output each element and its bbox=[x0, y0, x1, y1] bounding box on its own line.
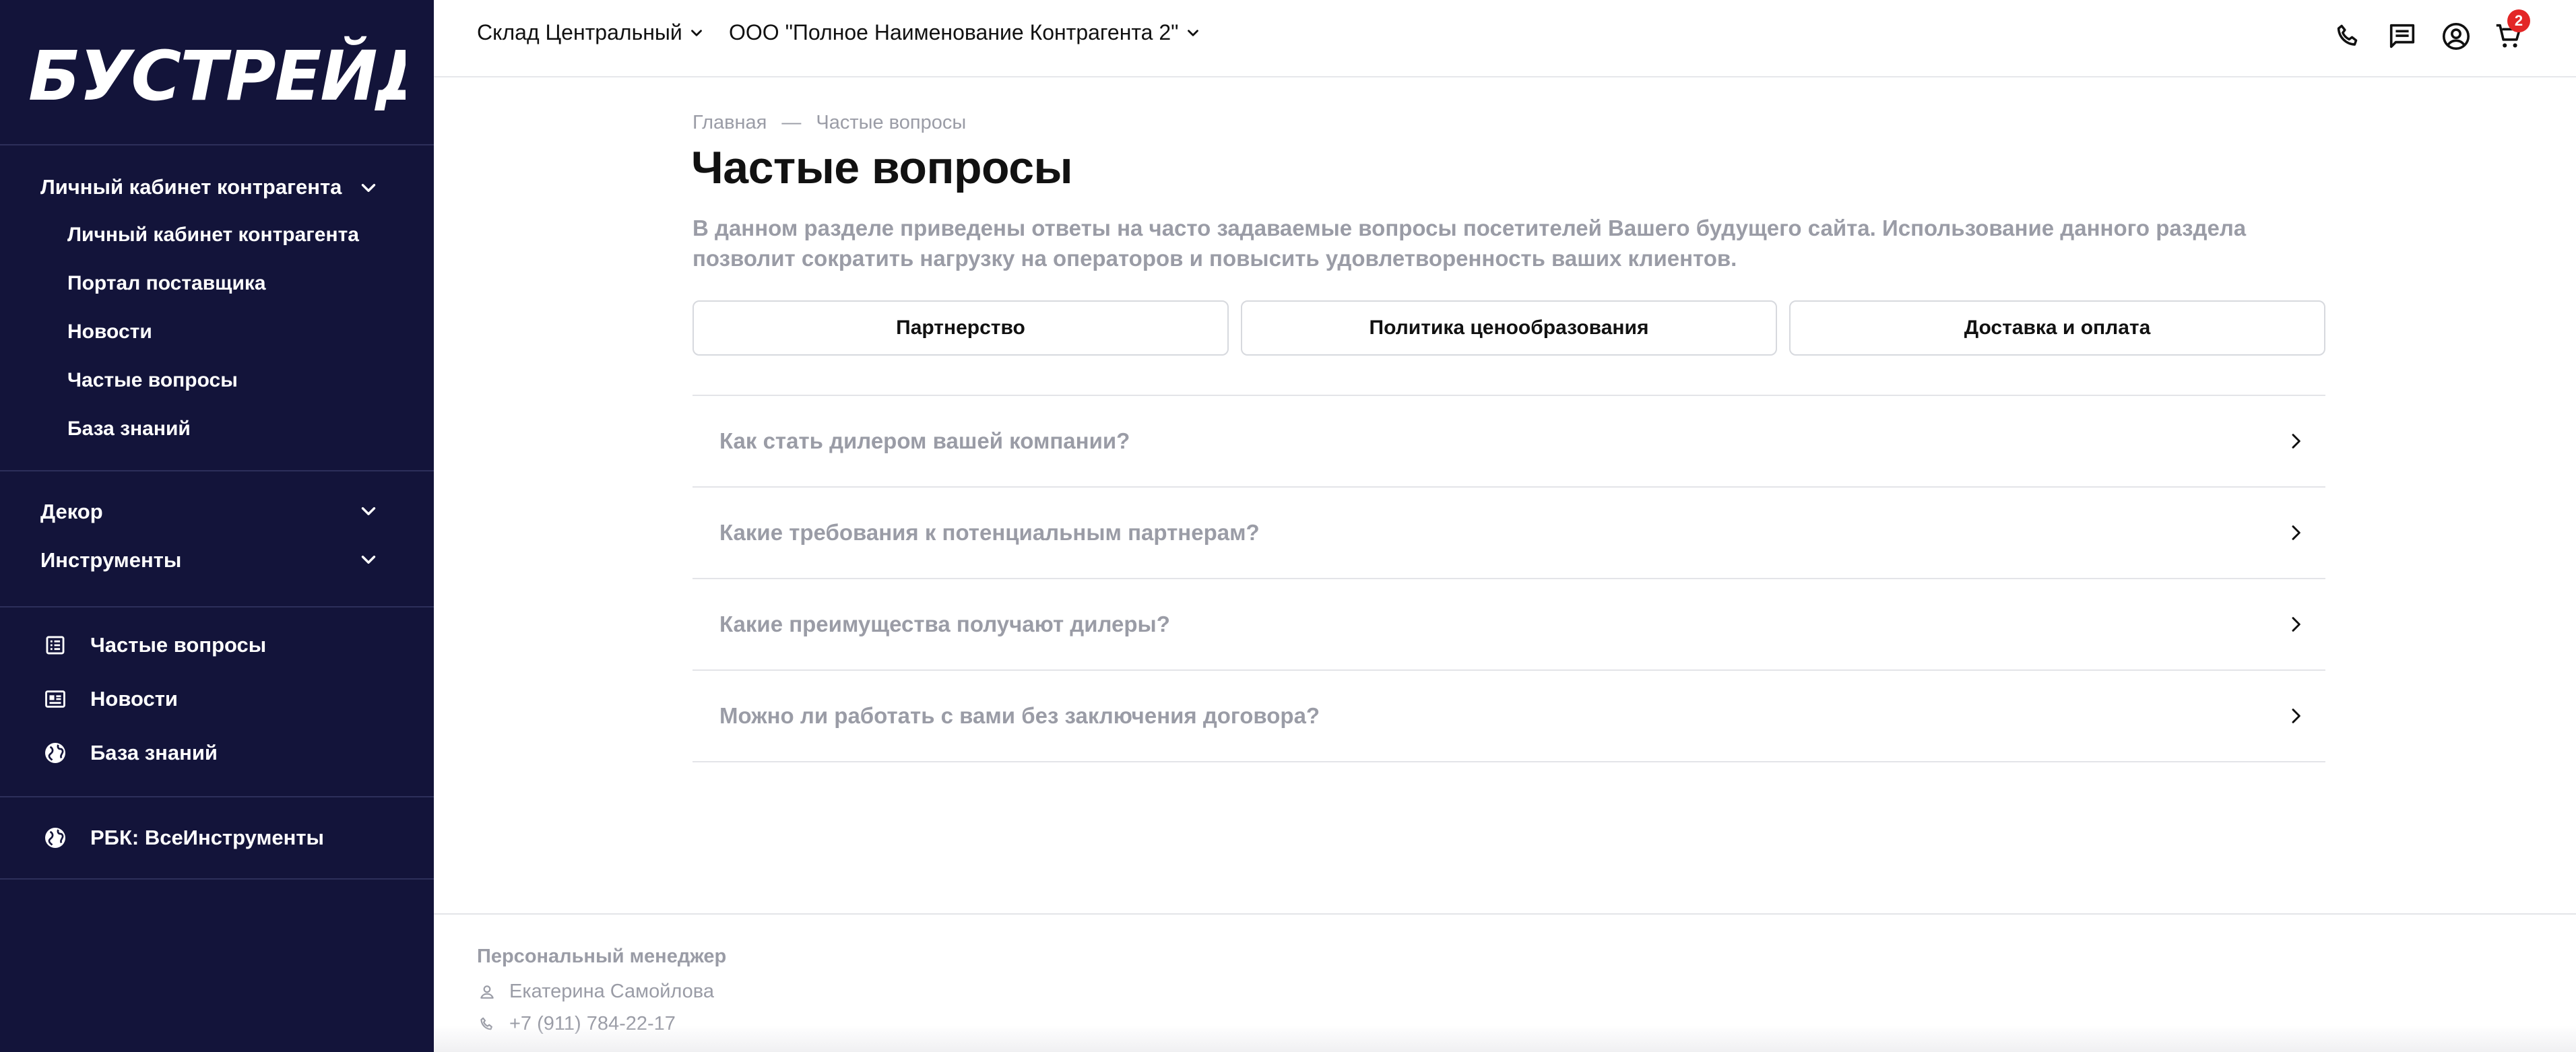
chevron-down-icon bbox=[1187, 29, 1198, 36]
faq-question: Можно ли работать с вами без заключения … bbox=[719, 703, 1320, 728]
account-icon[interactable] bbox=[2439, 19, 2474, 54]
sidebar-link-knowledge-base[interactable]: База знаний bbox=[42, 739, 218, 766]
sidebar-link-rbk[interactable]: РБК: ВсеИнструменты bbox=[42, 824, 324, 851]
breadcrumb-current: Частые вопросы bbox=[816, 112, 967, 133]
footer: Персональный менеджер Екатерина Самойлов… bbox=[434, 913, 2576, 1052]
sidebar-categories-section: Декор Инструменты bbox=[0, 471, 434, 607]
chevron-down-icon[interactable] bbox=[357, 548, 380, 571]
brand-logo-text: БУСТРЕЙД bbox=[28, 36, 406, 113]
faq-item[interactable]: Можно ли работать с вами без заключения … bbox=[693, 671, 2325, 762]
warehouse-dropdown[interactable]: Склад Центральный bbox=[477, 20, 705, 45]
phone-icon[interactable] bbox=[2331, 19, 2366, 54]
sidebar-link-label: РБК: ВсеИнструменты bbox=[90, 826, 325, 849]
sidebar-link-news[interactable]: Новости bbox=[42, 686, 178, 713]
faq-question: Как стать дилером вашей компании? bbox=[719, 428, 1130, 453]
chevron-right-icon bbox=[2292, 434, 2300, 449]
sidebar-item-decor[interactable]: Декор bbox=[40, 500, 103, 524]
tab-partnership[interactable]: Партнерство bbox=[693, 300, 1229, 356]
user-icon bbox=[477, 982, 497, 1002]
newspaper-icon bbox=[42, 686, 69, 713]
cart-count-badge: 2 bbox=[2507, 9, 2530, 32]
sidebar-link-label: Частые вопросы bbox=[90, 633, 267, 657]
chevron-down-icon[interactable] bbox=[357, 176, 380, 199]
tab-pricing-policy[interactable]: Политика ценообразования bbox=[1241, 300, 1777, 356]
chevron-down-icon bbox=[690, 29, 702, 36]
document-list-icon bbox=[42, 632, 69, 659]
breadcrumb: Главная — Частые вопросы bbox=[693, 112, 966, 134]
faq-category-tabs: Партнерство Политика ценообразования Дос… bbox=[693, 300, 2325, 356]
chevron-right-icon bbox=[2292, 617, 2300, 632]
page-title: Частые вопросы bbox=[691, 142, 1073, 193]
sidebar-subitem-knowledge-base[interactable]: База знаний bbox=[67, 418, 191, 440]
contractor-dropdown[interactable]: ООО "Полное Наименование Контрагента 2" bbox=[729, 20, 1202, 45]
faq-item[interactable]: Какие требования к потенциальным партнер… bbox=[693, 488, 2325, 579]
top-header: Склад Центральный ООО "Полное Наименован… bbox=[434, 0, 2576, 77]
faq-question: Какие требования к потенциальным партнер… bbox=[719, 520, 1260, 545]
sidebar-link-label: База знаний bbox=[90, 741, 218, 764]
breadcrumb-separator: — bbox=[781, 112, 802, 133]
sidebar-subitem-supplier-portal[interactable]: Портал поставщика bbox=[67, 272, 266, 295]
chevron-right-icon bbox=[2292, 709, 2300, 723]
faq-item[interactable]: Как стать дилером вашей компании? bbox=[693, 396, 2325, 488]
faq-list: Как стать дилером вашей компании? Какие … bbox=[693, 395, 2325, 762]
logo-area: БУСТРЕЙД bbox=[0, 0, 434, 145]
brand-logo[interactable]: БУСТРЕЙД bbox=[28, 32, 406, 113]
sidebar-links-section: Частые вопросы Новости База знаний bbox=[0, 607, 434, 797]
chat-icon[interactable] bbox=[2385, 19, 2420, 54]
sidebar-cabinet-section: Личный кабинет контрагента Личный кабине… bbox=[0, 145, 434, 471]
sidebar-item-cabinet[interactable]: Личный кабинет контрагента bbox=[40, 175, 342, 199]
faq-item[interactable]: Какие преимущества получают дилеры? bbox=[693, 579, 2325, 671]
breadcrumb-home[interactable]: Главная bbox=[693, 112, 767, 134]
warehouse-label: Склад Центральный bbox=[477, 20, 682, 44]
chevron-right-icon bbox=[2292, 525, 2300, 540]
globe-icon bbox=[42, 824, 69, 851]
chevron-down-icon[interactable] bbox=[357, 500, 380, 523]
footer-manager-title: Персональный менеджер bbox=[477, 946, 727, 967]
manager-name-text: Екатерина Самойлова bbox=[509, 981, 715, 1002]
footer-manager-name: Екатерина Самойлова bbox=[477, 981, 714, 1003]
sidebar-item-tools[interactable]: Инструменты bbox=[40, 548, 181, 572]
footer-fade bbox=[434, 1025, 2576, 1052]
page-intro: В данном разделе приведены ответы на час… bbox=[693, 216, 2247, 271]
sidebar: БУСТРЕЙД Личный кабинет контрагента Личн… bbox=[0, 0, 434, 1052]
sidebar-link-faq[interactable]: Частые вопросы bbox=[42, 632, 266, 659]
sidebar-subitem-cabinet[interactable]: Личный кабинет контрагента bbox=[67, 224, 359, 246]
tab-delivery-payment[interactable]: Доставка и оплата bbox=[1789, 300, 2325, 356]
sidebar-link-label: Новости bbox=[90, 687, 178, 711]
cart-button[interactable]: 2 bbox=[2491, 9, 2530, 54]
sidebar-subitem-news[interactable]: Новости bbox=[67, 321, 152, 343]
sidebar-subitem-faq[interactable]: Частые вопросы bbox=[67, 369, 238, 392]
globe-icon bbox=[42, 739, 69, 766]
faq-question: Какие преимущества получают дилеры? bbox=[719, 612, 1170, 636]
contractor-label: ООО "Полное Наименование Контрагента 2" bbox=[729, 20, 1179, 44]
sidebar-external-section: РБК: ВсеИнструменты bbox=[0, 797, 434, 880]
